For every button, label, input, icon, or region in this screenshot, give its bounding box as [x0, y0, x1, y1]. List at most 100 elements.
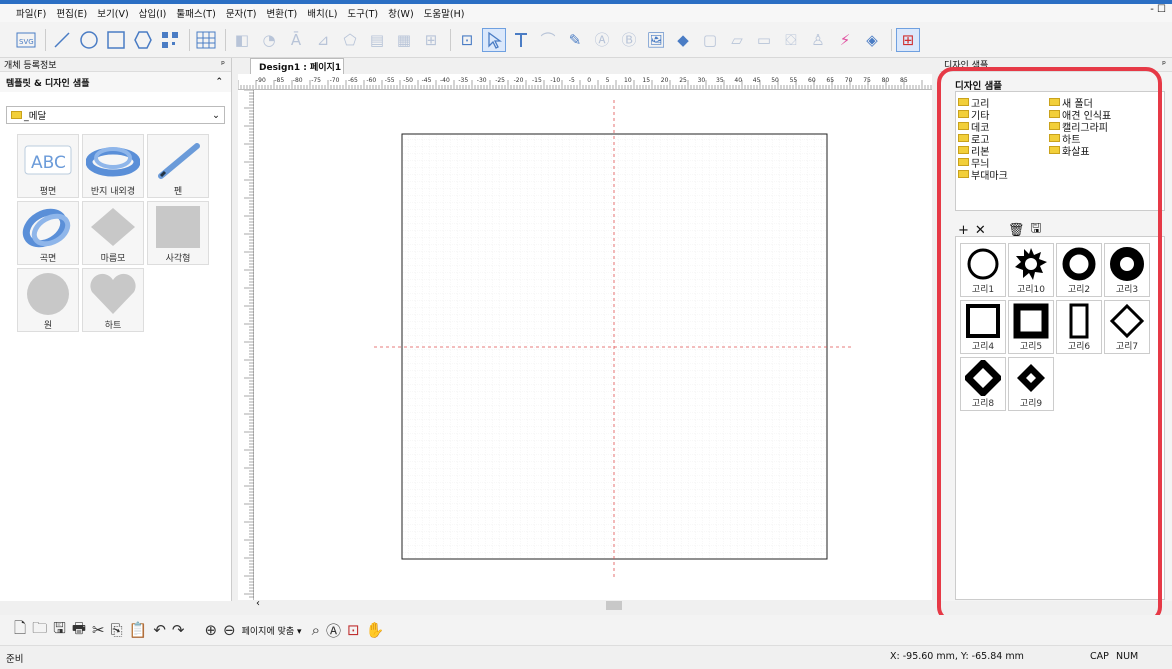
zoom-page-icon[interactable]: ⊡: [347, 621, 360, 639]
zoom-fit-dropdown[interactable]: 페이지에 맞춤 ▾: [242, 624, 302, 637]
table-tool-icon[interactable]: [194, 28, 218, 52]
polygon-tool-icon[interactable]: [131, 28, 155, 52]
menu-item[interactable]: 변환(T): [267, 6, 298, 20]
window-controls[interactable]: - ☐: [1150, 4, 1166, 15]
page-layout-icon[interactable]: ⊞: [896, 27, 920, 52]
zoom-text-icon[interactable]: Ⓐ: [326, 620, 341, 641]
circle-icon: [21, 272, 75, 316]
scroll-thumb[interactable]: [606, 601, 622, 610]
ruler-label: 10: [624, 77, 632, 84]
frame-icon[interactable]: ▢: [698, 28, 722, 52]
mirror-icon[interactable]: ◧: [230, 28, 254, 52]
folder-dropdown[interactable]: _메달 ⌄: [6, 106, 225, 124]
qrcode-tool-icon[interactable]: [158, 28, 182, 52]
open-folder-icon[interactable]: 🗀: [32, 618, 47, 643]
pin-icon[interactable]: ᵖ: [221, 60, 225, 70]
menu-item[interactable]: 삽입(I): [139, 6, 167, 20]
person-icon[interactable]: ♙: [806, 28, 830, 52]
zoom-area-icon[interactable]: ⌕: [312, 621, 320, 639]
group-icon[interactable]: ⊞: [419, 28, 443, 52]
template-tile[interactable]: 마름모: [82, 201, 144, 265]
cut-icon[interactable]: ✂: [92, 621, 105, 639]
ruler-label: 85: [900, 77, 908, 84]
frame3-icon[interactable]: ▭: [752, 28, 776, 52]
stamp-icon[interactable]: ⛋: [779, 28, 803, 52]
templates-title: 템플릿 & 디자인 샘플: [6, 78, 90, 89]
main-toolbar: SVG ◧ ◔ Ā ⊿ ⬠ ▤ ▦ ⊞ ⊡ ⌒ ✎ Ⓐ Ⓑ 🖼 ◆ ▢ ▱ ▭ …: [0, 22, 1172, 58]
folder-icon: [11, 111, 22, 119]
zoom-in-icon[interactable]: ⊕: [204, 621, 217, 639]
ellipse-tool-icon[interactable]: [77, 28, 101, 52]
layers-icon[interactable]: ◈: [860, 28, 884, 52]
collapse-icon[interactable]: ⌃: [215, 77, 223, 87]
shape-combine-icon[interactable]: ⬠: [338, 28, 362, 52]
document-tab-bar: [240, 58, 940, 74]
menu-item[interactable]: 창(W): [388, 6, 414, 20]
menu-item[interactable]: 도움말(H): [424, 6, 465, 20]
menu-item[interactable]: 파일(F): [16, 6, 46, 20]
ruler-label: -55: [385, 77, 395, 84]
template-label: 펜: [173, 187, 183, 197]
redo-icon[interactable]: ↷: [172, 621, 185, 639]
rectangle-tool-icon[interactable]: [104, 28, 128, 52]
menu-item[interactable]: 도구(T): [347, 6, 378, 20]
ruler-label: 40: [734, 77, 742, 84]
image-frame-icon[interactable]: ⊡: [455, 28, 479, 52]
pen-tool-icon[interactable]: ✎: [563, 28, 587, 52]
menu-item[interactable]: 배치(L): [307, 6, 337, 20]
ruler-label: 25: [679, 77, 687, 84]
template-tile[interactable]: ABC 평면: [17, 134, 79, 198]
document-tab[interactable]: Design1 : 페이지1: [250, 58, 344, 74]
vertical-ruler: [238, 89, 254, 600]
ruler-label: 35: [716, 77, 724, 84]
arc-text-icon[interactable]: ⌒: [536, 28, 560, 52]
menu-item[interactable]: 문자(T): [226, 6, 257, 20]
ruler-label: 60: [808, 77, 816, 84]
svg-import-icon[interactable]: SVG: [14, 28, 38, 52]
design-page[interactable]: [401, 133, 828, 560]
print-icon[interactable]: 🖶: [72, 618, 86, 643]
template-tile[interactable]: 사각형: [147, 201, 209, 265]
pin-icon[interactable]: ᵖ: [1162, 60, 1166, 70]
pan-hand-icon[interactable]: ✋: [366, 621, 385, 639]
text-frame-icon[interactable]: Ā: [284, 28, 308, 52]
image-insert-icon[interactable]: 🖼: [644, 28, 668, 52]
ruler-label: -40: [440, 77, 450, 84]
template-tile[interactable]: 원: [17, 268, 79, 332]
undo-icon[interactable]: ↶: [153, 621, 166, 639]
menu-item[interactable]: 보기(V): [97, 6, 128, 20]
align-icon[interactable]: ▤: [365, 28, 389, 52]
bottom-toolbar: 🗋 🗀 🖫 🖶 ✂ ⎘ 📋 ↶ ↷ ⊕ ⊖ 페이지에 맞춤 ▾ ⌕ Ⓐ ⊡ ✋: [0, 615, 1172, 645]
rotate-icon[interactable]: ◔: [257, 28, 281, 52]
template-tile[interactable]: 펜: [147, 134, 209, 198]
frame2-icon[interactable]: ▱: [725, 28, 749, 52]
paste-icon[interactable]: 📋: [129, 621, 148, 639]
template-tile[interactable]: 하트: [82, 268, 144, 332]
text-outline-icon[interactable]: Ⓐ: [590, 28, 614, 52]
ruler-label: 45: [753, 77, 761, 84]
pen-icon: [151, 138, 205, 182]
horizontal-scrollbar[interactable]: ‹: [254, 598, 932, 611]
new-file-icon[interactable]: 🗋: [14, 618, 26, 643]
template-gallery: ABC 평면 반지 내외경 펜곡면 마름모 사각형원 하트: [17, 134, 231, 332]
effects-icon[interactable]: ⚡: [833, 28, 857, 52]
text-tool-icon[interactable]: [509, 28, 533, 52]
save-file-icon[interactable]: 🖫: [53, 618, 66, 643]
template-tile[interactable]: 곡면: [17, 201, 79, 265]
corner-icon[interactable]: ⊿: [311, 28, 335, 52]
select-pointer-icon[interactable]: [482, 27, 506, 52]
menu-item[interactable]: 편집(E): [56, 6, 87, 20]
template-tile[interactable]: 반지 내외경: [82, 134, 144, 198]
properties-header-label: 개체 등록정보: [4, 61, 57, 71]
scroll-left-icon[interactable]: ‹: [256, 598, 260, 609]
design-canvas[interactable]: [254, 90, 932, 600]
text-style-icon[interactable]: Ⓑ: [617, 28, 641, 52]
line-tool-icon[interactable]: [50, 28, 74, 52]
fill-icon[interactable]: ◆: [671, 28, 695, 52]
menu-bar: 파일(F) 편집(E) 보기(V) 삽입(I) 툴패스(T) 문자(T) 변환(T) 배치(L…: [0, 4, 1172, 22]
copy-icon[interactable]: ⎘: [111, 621, 123, 639]
menu-item[interactable]: 툴패스(T): [176, 6, 215, 20]
distribute-icon[interactable]: ▦: [392, 28, 416, 52]
num-indicator: NUM: [1116, 651, 1139, 662]
zoom-out-icon[interactable]: ⊖: [223, 621, 236, 639]
